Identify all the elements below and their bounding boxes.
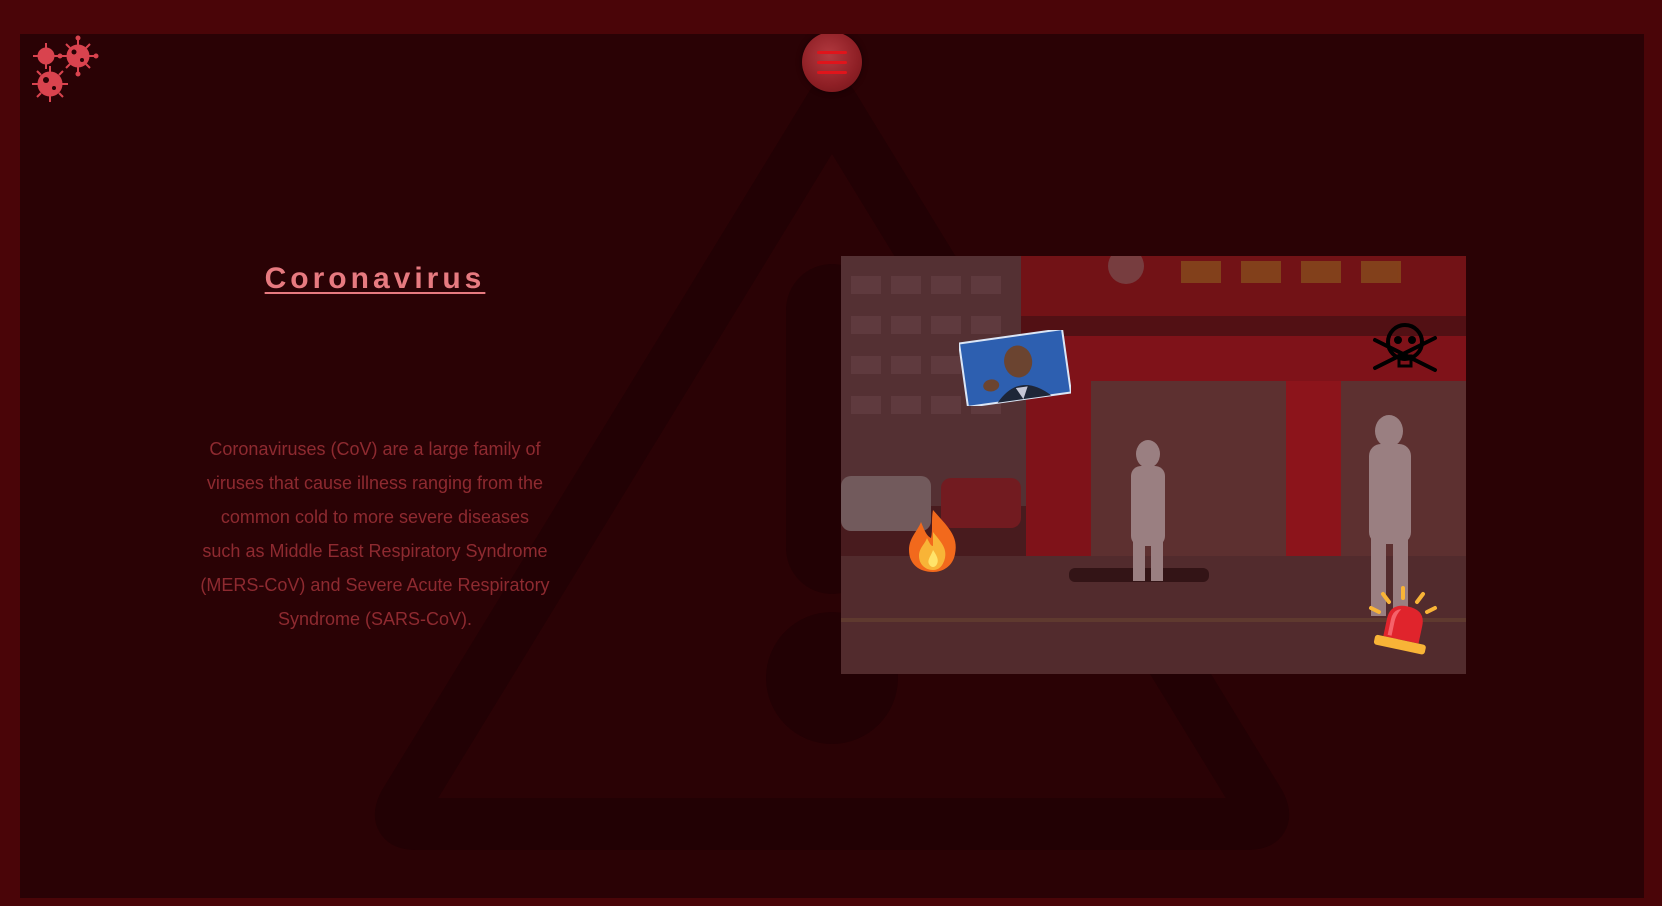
siren-icon <box>1369 586 1437 655</box>
hamburger-bar <box>817 60 847 64</box>
main-panel: Coronavirus Coronaviruses (CoV) are a la… <box>20 34 1644 898</box>
hamburger-menu-icon <box>817 50 847 54</box>
fire-icon <box>909 510 956 572</box>
hamburger-bar <box>817 70 847 74</box>
portrait-sticker <box>959 330 1071 406</box>
virus-cluster-icon[interactable] <box>24 34 104 104</box>
description-text: Coronaviruses (CoV) are a large family o… <box>200 439 550 629</box>
menu-button[interactable] <box>802 34 862 92</box>
page-title: Coronavirus <box>264 262 486 295</box>
skull-crossbones-icon <box>1373 323 1437 372</box>
hero-photo <box>841 256 1466 674</box>
